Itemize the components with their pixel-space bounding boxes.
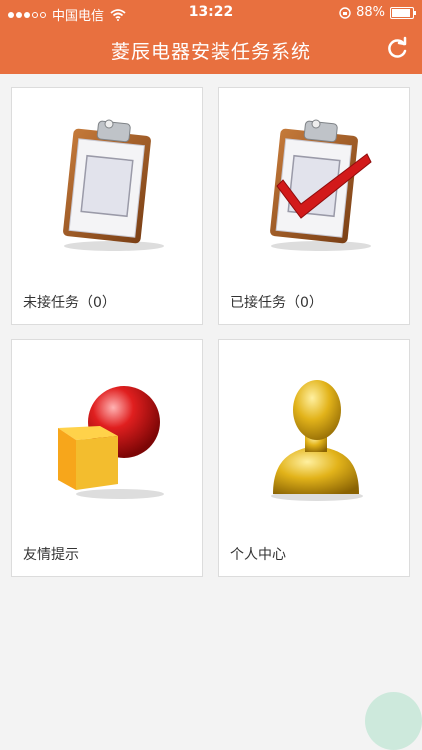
clipboard-check-icon [270,119,372,251]
battery-icon [390,6,416,19]
tile-label: 个人中心 [230,547,286,563]
orientation-lock-icon [339,6,351,19]
tile-personal-center[interactable]: 个人中心 [218,339,410,577]
tile-label: 友情提示 [23,547,79,563]
page-title: 菱辰电器安装任务系统 [110,41,311,63]
status-bar: 中国电信 13:22 88% [0,0,422,26]
battery-percent: 88% [356,5,385,20]
tile-accepted-tasks[interactable]: 已接任务（0） [218,87,410,325]
refresh-icon[interactable] [384,36,410,62]
shapes-icon [58,386,164,499]
status-right: 88% [339,5,416,20]
tile-label: 未接任务（0） [23,295,116,311]
clipboard-icon [63,119,164,251]
nav-bar: 菱辰电器安装任务系统 [0,26,422,74]
tile-pending-tasks[interactable]: 未接任务（0） [11,87,203,325]
tile-friendly-tips[interactable]: 友情提示 [11,339,203,577]
tile-label: 已接任务（0） [230,295,323,311]
floating-action-button[interactable] [365,692,422,750]
user-bust-icon [271,380,363,501]
